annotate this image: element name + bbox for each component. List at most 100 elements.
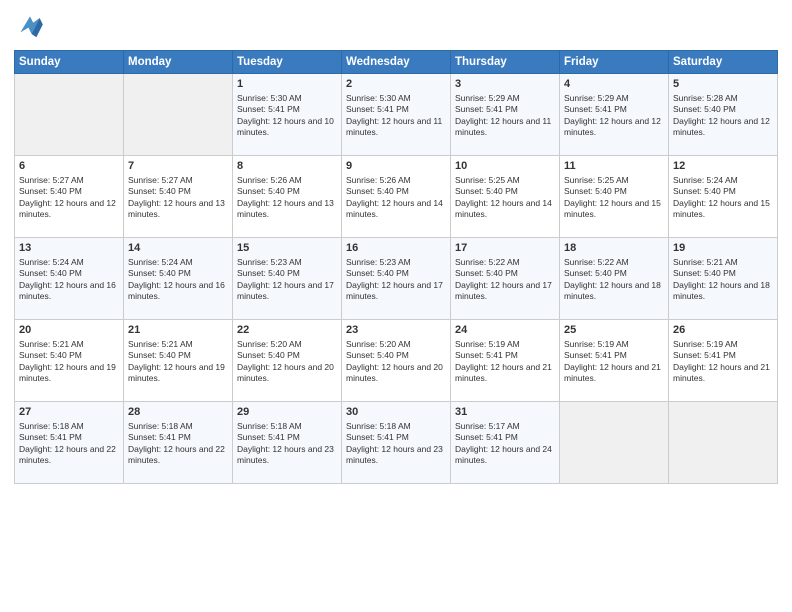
day-cell: 10Sunrise: 5:25 AM Sunset: 5:40 PM Dayli… [451, 156, 560, 238]
day-info: Sunrise: 5:19 AM Sunset: 5:41 PM Dayligh… [673, 339, 773, 385]
day-cell [669, 402, 778, 484]
day-number: 4 [564, 77, 664, 92]
day-info: Sunrise: 5:28 AM Sunset: 5:40 PM Dayligh… [673, 93, 773, 139]
day-number: 21 [128, 323, 228, 338]
day-number: 12 [673, 159, 773, 174]
day-number: 19 [673, 241, 773, 256]
day-info: Sunrise: 5:19 AM Sunset: 5:41 PM Dayligh… [564, 339, 664, 385]
day-info: Sunrise: 5:26 AM Sunset: 5:40 PM Dayligh… [346, 175, 446, 221]
day-info: Sunrise: 5:22 AM Sunset: 5:40 PM Dayligh… [455, 257, 555, 303]
day-info: Sunrise: 5:21 AM Sunset: 5:40 PM Dayligh… [128, 339, 228, 385]
day-info: Sunrise: 5:23 AM Sunset: 5:40 PM Dayligh… [346, 257, 446, 303]
day-cell: 3Sunrise: 5:29 AM Sunset: 5:41 PM Daylig… [451, 74, 560, 156]
day-number: 6 [19, 159, 119, 174]
logo-icon [14, 10, 46, 42]
day-cell: 14Sunrise: 5:24 AM Sunset: 5:40 PM Dayli… [124, 238, 233, 320]
day-cell: 25Sunrise: 5:19 AM Sunset: 5:41 PM Dayli… [560, 320, 669, 402]
col-header-tuesday: Tuesday [233, 51, 342, 74]
day-cell: 2Sunrise: 5:30 AM Sunset: 5:41 PM Daylig… [342, 74, 451, 156]
day-info: Sunrise: 5:25 AM Sunset: 5:40 PM Dayligh… [455, 175, 555, 221]
col-header-wednesday: Wednesday [342, 51, 451, 74]
day-number: 9 [346, 159, 446, 174]
day-number: 23 [346, 323, 446, 338]
day-cell: 19Sunrise: 5:21 AM Sunset: 5:40 PM Dayli… [669, 238, 778, 320]
day-cell: 6Sunrise: 5:27 AM Sunset: 5:40 PM Daylig… [15, 156, 124, 238]
day-info: Sunrise: 5:24 AM Sunset: 5:40 PM Dayligh… [128, 257, 228, 303]
day-number: 24 [455, 323, 555, 338]
day-info: Sunrise: 5:20 AM Sunset: 5:40 PM Dayligh… [237, 339, 337, 385]
day-number: 17 [455, 241, 555, 256]
day-number: 1 [237, 77, 337, 92]
day-info: Sunrise: 5:18 AM Sunset: 5:41 PM Dayligh… [128, 421, 228, 467]
day-cell: 5Sunrise: 5:28 AM Sunset: 5:40 PM Daylig… [669, 74, 778, 156]
day-info: Sunrise: 5:29 AM Sunset: 5:41 PM Dayligh… [455, 93, 555, 139]
day-cell: 7Sunrise: 5:27 AM Sunset: 5:40 PM Daylig… [124, 156, 233, 238]
day-cell: 23Sunrise: 5:20 AM Sunset: 5:40 PM Dayli… [342, 320, 451, 402]
day-cell: 1Sunrise: 5:30 AM Sunset: 5:41 PM Daylig… [233, 74, 342, 156]
day-info: Sunrise: 5:19 AM Sunset: 5:41 PM Dayligh… [455, 339, 555, 385]
day-number: 18 [564, 241, 664, 256]
col-header-friday: Friday [560, 51, 669, 74]
day-cell: 13Sunrise: 5:24 AM Sunset: 5:40 PM Dayli… [15, 238, 124, 320]
day-number: 11 [564, 159, 664, 174]
day-cell: 22Sunrise: 5:20 AM Sunset: 5:40 PM Dayli… [233, 320, 342, 402]
day-cell: 26Sunrise: 5:19 AM Sunset: 5:41 PM Dayli… [669, 320, 778, 402]
day-number: 25 [564, 323, 664, 338]
day-cell [124, 74, 233, 156]
day-cell: 18Sunrise: 5:22 AM Sunset: 5:40 PM Dayli… [560, 238, 669, 320]
day-info: Sunrise: 5:20 AM Sunset: 5:40 PM Dayligh… [346, 339, 446, 385]
col-header-saturday: Saturday [669, 51, 778, 74]
day-cell: 8Sunrise: 5:26 AM Sunset: 5:40 PM Daylig… [233, 156, 342, 238]
day-number: 5 [673, 77, 773, 92]
day-cell: 21Sunrise: 5:21 AM Sunset: 5:40 PM Dayli… [124, 320, 233, 402]
day-number: 22 [237, 323, 337, 338]
day-info: Sunrise: 5:30 AM Sunset: 5:41 PM Dayligh… [237, 93, 337, 139]
day-info: Sunrise: 5:26 AM Sunset: 5:40 PM Dayligh… [237, 175, 337, 221]
day-cell: 28Sunrise: 5:18 AM Sunset: 5:41 PM Dayli… [124, 402, 233, 484]
day-number: 14 [128, 241, 228, 256]
week-row-1: 1Sunrise: 5:30 AM Sunset: 5:41 PM Daylig… [15, 74, 778, 156]
col-header-thursday: Thursday [451, 51, 560, 74]
day-cell: 12Sunrise: 5:24 AM Sunset: 5:40 PM Dayli… [669, 156, 778, 238]
day-info: Sunrise: 5:29 AM Sunset: 5:41 PM Dayligh… [564, 93, 664, 139]
day-cell: 16Sunrise: 5:23 AM Sunset: 5:40 PM Dayli… [342, 238, 451, 320]
day-cell: 29Sunrise: 5:18 AM Sunset: 5:41 PM Dayli… [233, 402, 342, 484]
day-info: Sunrise: 5:18 AM Sunset: 5:41 PM Dayligh… [19, 421, 119, 467]
week-row-5: 27Sunrise: 5:18 AM Sunset: 5:41 PM Dayli… [15, 402, 778, 484]
day-number: 8 [237, 159, 337, 174]
day-number: 2 [346, 77, 446, 92]
day-cell: 31Sunrise: 5:17 AM Sunset: 5:41 PM Dayli… [451, 402, 560, 484]
day-cell: 17Sunrise: 5:22 AM Sunset: 5:40 PM Dayli… [451, 238, 560, 320]
week-row-3: 13Sunrise: 5:24 AM Sunset: 5:40 PM Dayli… [15, 238, 778, 320]
day-info: Sunrise: 5:24 AM Sunset: 5:40 PM Dayligh… [19, 257, 119, 303]
day-number: 13 [19, 241, 119, 256]
day-cell [15, 74, 124, 156]
day-info: Sunrise: 5:27 AM Sunset: 5:40 PM Dayligh… [19, 175, 119, 221]
header [14, 10, 778, 42]
day-info: Sunrise: 5:18 AM Sunset: 5:41 PM Dayligh… [237, 421, 337, 467]
day-number: 3 [455, 77, 555, 92]
day-cell: 30Sunrise: 5:18 AM Sunset: 5:41 PM Dayli… [342, 402, 451, 484]
day-number: 20 [19, 323, 119, 338]
day-info: Sunrise: 5:21 AM Sunset: 5:40 PM Dayligh… [673, 257, 773, 303]
day-info: Sunrise: 5:18 AM Sunset: 5:41 PM Dayligh… [346, 421, 446, 467]
page: SundayMondayTuesdayWednesdayThursdayFrid… [0, 0, 792, 612]
day-cell: 4Sunrise: 5:29 AM Sunset: 5:41 PM Daylig… [560, 74, 669, 156]
day-info: Sunrise: 5:23 AM Sunset: 5:40 PM Dayligh… [237, 257, 337, 303]
day-number: 29 [237, 405, 337, 420]
day-number: 28 [128, 405, 228, 420]
day-number: 10 [455, 159, 555, 174]
day-info: Sunrise: 5:30 AM Sunset: 5:41 PM Dayligh… [346, 93, 446, 139]
day-cell: 27Sunrise: 5:18 AM Sunset: 5:41 PM Dayli… [15, 402, 124, 484]
day-info: Sunrise: 5:22 AM Sunset: 5:40 PM Dayligh… [564, 257, 664, 303]
day-number: 7 [128, 159, 228, 174]
day-number: 26 [673, 323, 773, 338]
day-cell: 9Sunrise: 5:26 AM Sunset: 5:40 PM Daylig… [342, 156, 451, 238]
week-row-4: 20 Sunrise: 5:21 AM Sunset: 5:40 PM Dayli… [15, 320, 778, 402]
day-info: Sunrise: 5:17 AM Sunset: 5:41 PM Dayligh… [455, 421, 555, 467]
day-number: 16 [346, 241, 446, 256]
col-header-monday: Monday [124, 51, 233, 74]
day-cell: 20Sunrise: 5:21 AM Sunset: 5:40 PM Dayli… [15, 320, 124, 402]
day-info: Sunrise: 5:27 AM Sunset: 5:40 PM Dayligh… [128, 175, 228, 221]
day-info: Sunrise: 5:25 AM Sunset: 5:40 PM Dayligh… [564, 175, 664, 221]
